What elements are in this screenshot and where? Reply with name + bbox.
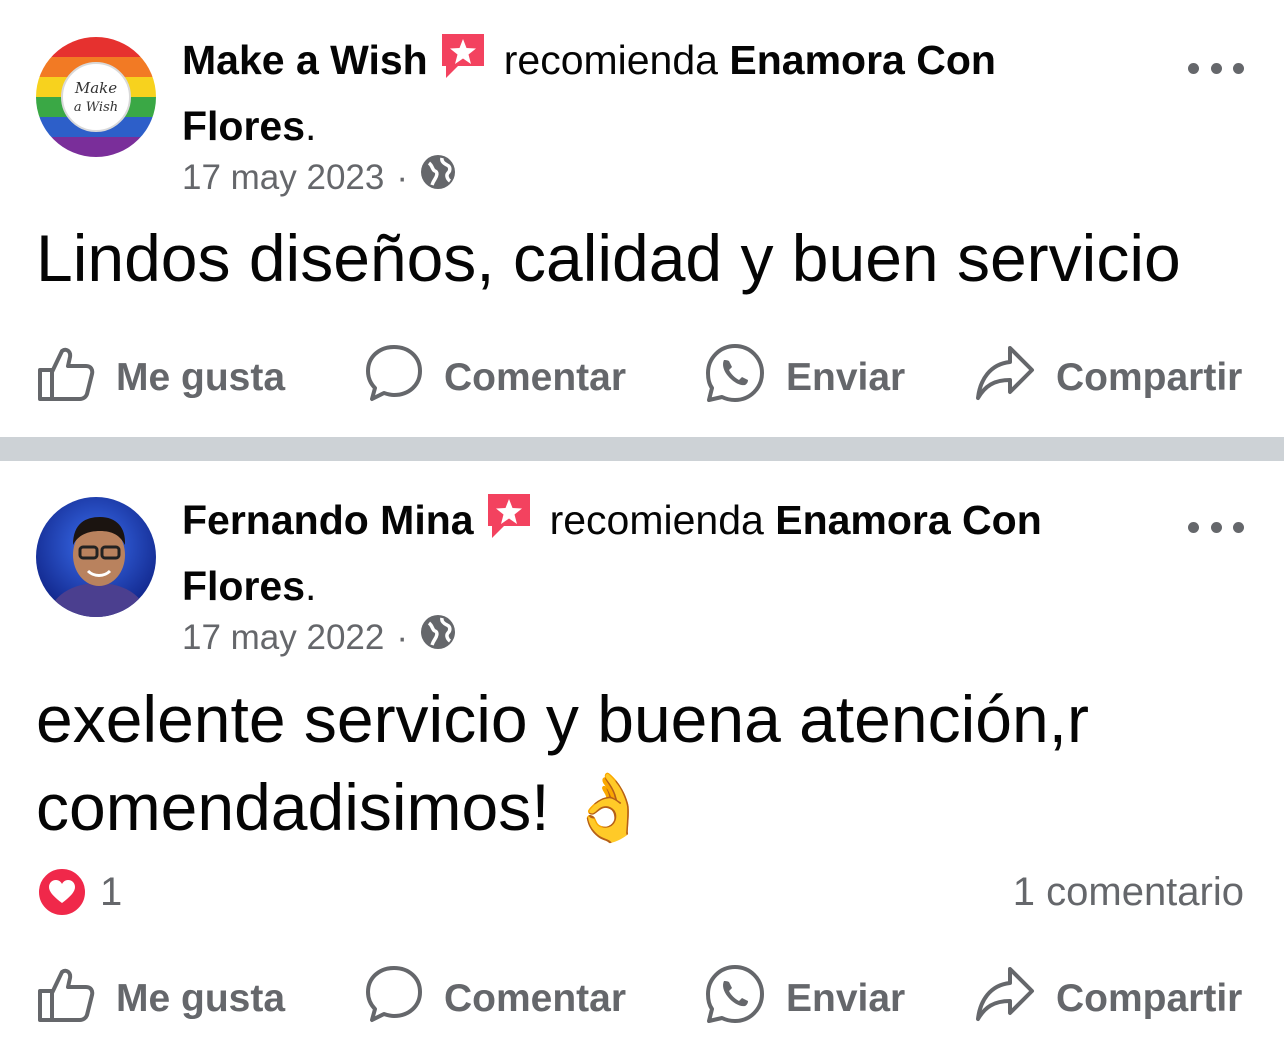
- comment-button[interactable]: Comentar: [364, 964, 626, 1034]
- globe-icon: [420, 154, 456, 201]
- reactions-count: 1: [100, 869, 123, 914]
- recommends-label: recomienda: [503, 37, 718, 83]
- love-reaction-icon: [36, 866, 88, 918]
- recommends-label: recomienda: [549, 497, 764, 543]
- recommend-icon: [438, 30, 488, 96]
- author-name[interactable]: Make a Wish: [182, 37, 428, 83]
- svg-text:Make: Make: [74, 79, 117, 97]
- like-label: Me gusta: [116, 977, 286, 1020]
- share-label: Compartir: [1056, 977, 1243, 1020]
- post-text-line2: comendadisimos! 👌: [36, 770, 651, 844]
- send-label: Enviar: [786, 356, 906, 399]
- post-divider: [0, 437, 1284, 461]
- comment-icon: [364, 343, 444, 413]
- avatar-make-a-wish[interactable]: Make a Wish: [36, 37, 156, 157]
- post-date[interactable]: 17 may 2023: [182, 156, 384, 200]
- comment-label: Comentar: [444, 356, 627, 399]
- post-text: exelente servicio y buena atención,r com…: [36, 675, 1256, 851]
- share-label: Compartir: [1056, 356, 1243, 399]
- reactions-summary[interactable]: 1: [36, 862, 122, 922]
- like-button[interactable]: Me gusta: [36, 964, 285, 1034]
- meta-separator: ·: [396, 157, 409, 197]
- send-label: Enviar: [786, 977, 906, 1020]
- comment-label: Comentar: [444, 977, 627, 1020]
- like-button[interactable]: Me gusta: [36, 343, 285, 413]
- comments-count[interactable]: 1 comentario: [1013, 862, 1244, 922]
- more-options-icon[interactable]: [1188, 517, 1244, 537]
- post-card: Make a Wish Make a Wish recomienda Enamor…: [0, 0, 1284, 437]
- send-button[interactable]: Enviar: [704, 343, 905, 413]
- globe-icon: [420, 614, 456, 661]
- whatsapp-icon: [704, 963, 786, 1035]
- comment-icon: [364, 964, 444, 1034]
- share-button[interactable]: Compartir: [974, 343, 1242, 413]
- action-bar: Me gusta Comentar Enviar Compartir: [0, 343, 1284, 413]
- comment-button[interactable]: Comentar: [364, 343, 626, 413]
- share-icon: [974, 342, 1056, 414]
- more-options-icon[interactable]: [1188, 58, 1244, 78]
- share-button[interactable]: Compartir: [974, 964, 1242, 1034]
- page-name[interactable]: Enamora Con: [775, 497, 1042, 543]
- post-text: Lindos diseños, calidad y buen servicio: [36, 221, 1181, 295]
- post-meta: 17 may 2022 ·: [182, 614, 456, 661]
- post-header: Fernando Mina recomienda Enamora Con Flor…: [182, 490, 1142, 616]
- post-header: Make a Wish recomienda Enamora Con Flores…: [182, 30, 1142, 156]
- meta-separator: ·: [396, 617, 409, 657]
- post-date[interactable]: 17 may 2022: [182, 616, 384, 660]
- like-label: Me gusta: [116, 356, 286, 399]
- page-name-line2[interactable]: Flores: [182, 103, 305, 149]
- whatsapp-icon: [704, 342, 786, 414]
- avatar-fernando-mina[interactable]: [36, 497, 156, 617]
- page-name[interactable]: Enamora Con: [729, 37, 996, 83]
- like-icon: [36, 343, 116, 413]
- post-card: Fernando Mina recomienda Enamora Con Flor…: [0, 461, 1284, 1050]
- svg-text:a Wish: a Wish: [74, 100, 118, 115]
- post-stats: 1 1 comentario: [0, 862, 1284, 922]
- recommend-icon: [484, 490, 534, 556]
- share-icon: [974, 963, 1056, 1035]
- post-text-line1: exelente servicio y buena atención,r: [36, 682, 1089, 756]
- action-bar: Me gusta Comentar Enviar Compartir: [0, 964, 1284, 1034]
- page-name-line2[interactable]: Flores: [182, 563, 305, 609]
- like-icon: [36, 964, 116, 1034]
- post-meta: 17 may 2023 ·: [182, 154, 456, 201]
- send-button[interactable]: Enviar: [704, 964, 905, 1034]
- author-name[interactable]: Fernando Mina: [182, 497, 474, 543]
